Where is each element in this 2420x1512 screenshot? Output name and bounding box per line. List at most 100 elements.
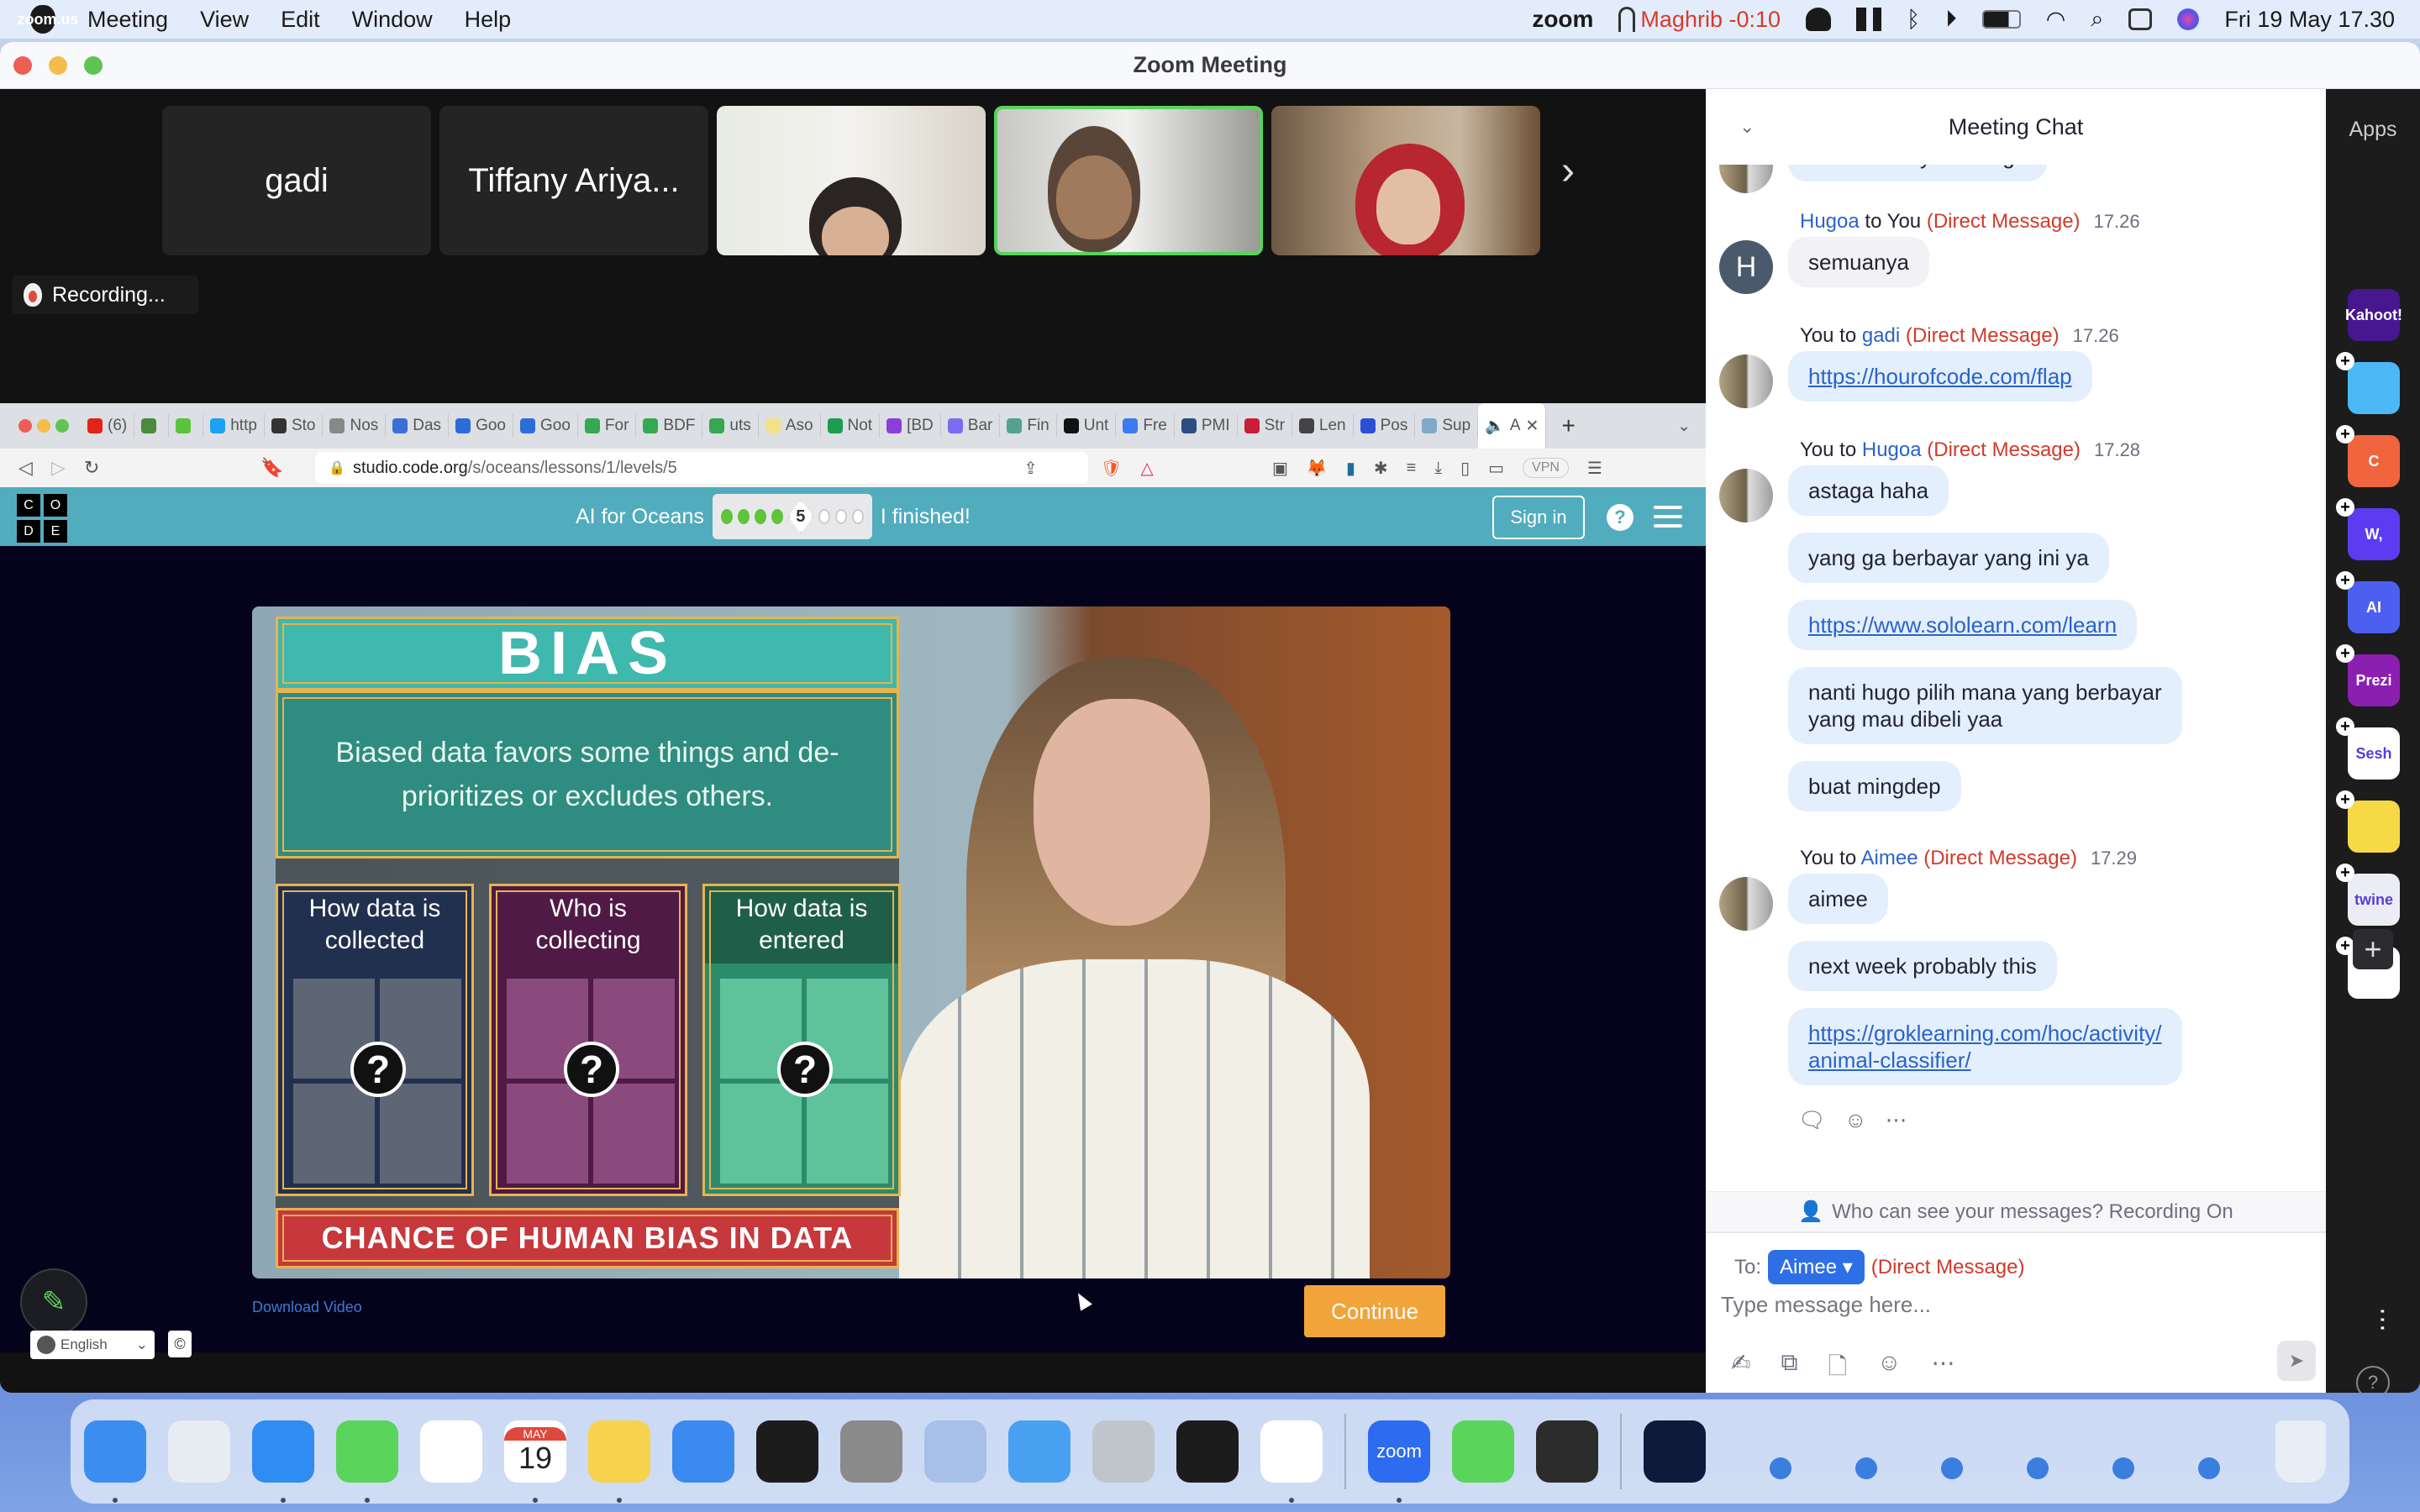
tab-close-icon[interactable]: ✕ (1526, 417, 1539, 436)
help-circle-icon[interactable]: ? (2356, 1366, 2390, 1393)
tab-search-chevron-icon[interactable]: ⌄ (1677, 417, 1691, 436)
share-icon[interactable]: ⇪ (1023, 458, 1038, 479)
app-emoji-app-icon[interactable]: + (2336, 790, 2400, 853)
dock-system-settings-icon[interactable] (840, 1420, 902, 1483)
minimized-safari-window-icon[interactable] (2027, 1457, 2049, 1479)
extension-icon[interactable]: ▮ (1346, 458, 1355, 479)
app-sesh-icon[interactable]: Sesh + (2336, 717, 2400, 780)
app-kahoot--icon[interactable]: Kahoot! (2345, 289, 2402, 341)
dock-recent-document-icon[interactable] (1644, 1420, 1706, 1483)
app-ai-companion-icon[interactable]: AI + (2336, 571, 2400, 633)
message-bubble[interactable]: yang ga berbayar yang ini ya (1788, 533, 2109, 583)
dock-trash-icon[interactable] (2275, 1420, 2326, 1483)
message-bubble[interactable]: astaga haha (1788, 465, 1949, 516)
wallet-icon[interactable]: ▭ (1488, 458, 1504, 479)
dock-calendar-icon[interactable]: MAY 19 (504, 1420, 566, 1503)
play-icon[interactable]: ⏵ (1945, 6, 1957, 33)
dock-notes-icon[interactable] (588, 1420, 650, 1503)
add-plus-icon[interactable]: + (2336, 352, 2354, 370)
browser-tab[interactable]: Sup (1415, 414, 1479, 438)
browser-tab[interactable]: Nos (323, 414, 387, 438)
send-button[interactable]: ➤ (2277, 1341, 2316, 1381)
minimized-safari-window-icon[interactable] (2112, 1457, 2134, 1479)
brave-rewards-icon[interactable]: △ (1140, 458, 1153, 479)
menu-app-name[interactable]: zoom.us (18, 0, 79, 45)
playlist-icon[interactable]: ≡ (1407, 459, 1417, 478)
menu-edit[interactable]: Edit (281, 7, 320, 33)
more-options-icon[interactable]: ⋯ (1932, 1349, 1955, 1389)
control-center-icon[interactable] (2128, 8, 2153, 30)
level-complete[interactable] (737, 509, 750, 524)
dock-windsurf-icon[interactable] (1008, 1420, 1071, 1483)
browser-tab[interactable]: Bar (941, 414, 1001, 438)
browser-tab[interactable]: Aso (759, 414, 821, 438)
download-icon[interactable]: ⤓ (1434, 459, 1442, 478)
chat-messages[interactable]: tH how are you doing? Hugoa to You (Dire… (1706, 165, 2326, 1191)
current-level[interactable]: 5 (787, 500, 813, 533)
participant-video-tile-active-speaker[interactable] (994, 106, 1263, 255)
app-twine-icon[interactable]: twine + (2336, 864, 2400, 926)
browser-tab[interactable]: Das (386, 414, 450, 438)
app-prezi-icon[interactable]: Prezi + (2336, 644, 2400, 706)
browser-tab[interactable]: Unt (1057, 414, 1117, 438)
minimized-safari-window-icon[interactable] (1941, 1457, 1963, 1479)
emoji-icon[interactable]: ☺ (1877, 1349, 1902, 1389)
browser-tab[interactable]: [BD (880, 414, 941, 438)
dock-preview-icon[interactable] (924, 1420, 986, 1483)
menu-help[interactable]: Help (465, 7, 512, 33)
url-bar[interactable]: 🔒 studio.code.org/s/oceans/lessons/1/lev… (315, 452, 1088, 484)
copyright-button[interactable]: © (168, 1331, 192, 1357)
add-plus-icon[interactable]: + (2336, 644, 2354, 663)
message-bubble[interactable]: aimee (1788, 874, 1888, 924)
dock-finder-icon[interactable] (84, 1420, 146, 1503)
participant-video-tile[interactable] (1271, 106, 1540, 255)
add-reaction-icon[interactable]: ☺ (1844, 1107, 1867, 1133)
message-bubble[interactable]: tH how are you doing? (1788, 165, 2048, 181)
recording-indicator[interactable]: Recording... (12, 276, 198, 314)
browser-minimize-button[interactable] (37, 419, 50, 433)
dock-safari-icon[interactable] (252, 1420, 314, 1503)
add-plus-icon[interactable]: + (2336, 571, 2354, 590)
browser-tab[interactable]: http (203, 414, 265, 438)
minimized-safari-window-icon[interactable] (1855, 1457, 1877, 1479)
browser-tab[interactable]: Fre (1116, 414, 1175, 438)
menu-meeting[interactable]: Meeting (87, 7, 168, 33)
language-select[interactable]: English ⌄ (30, 1331, 155, 1359)
level-incomplete[interactable] (818, 509, 830, 524)
browser-tab[interactable]: Not (821, 414, 881, 438)
sender-name[interactable]: Hugoa (1800, 210, 1860, 233)
pencil-annotate-icon[interactable]: ✎ (20, 1268, 87, 1336)
add-plus-icon[interactable]: + (2336, 864, 2354, 882)
dock-keynote-icon[interactable] (672, 1420, 734, 1483)
participant-tile[interactable]: gadi (162, 106, 431, 255)
zoom-status-item[interactable]: zoom (1532, 6, 1593, 33)
browser-tab[interactable]: Len (1292, 414, 1354, 438)
notification-bell-icon[interactable] (1806, 8, 1832, 31)
message-link[interactable]: https://groklearning.com/hoc/activity/ (1808, 1021, 2162, 1046)
format-text-icon[interactable]: ✍ (1731, 1349, 1750, 1389)
participant-tile[interactable]: Tiffany Ariya... (439, 106, 708, 255)
add-plus-icon[interactable]: + (2336, 717, 2354, 736)
menu-view[interactable]: View (200, 7, 249, 33)
finished-link[interactable]: I finished! (881, 505, 971, 529)
browser-tab[interactable] (134, 414, 170, 438)
level-complete[interactable] (771, 509, 783, 524)
metamask-icon[interactable]: 🦊 (1307, 458, 1328, 479)
lesson-video[interactable]: BIAS Biased data favors some things and … (252, 606, 1450, 1278)
sidebar-icon[interactable]: ▯ (1460, 458, 1470, 479)
message-link[interactable]: animal-classifier/ (1808, 1047, 1971, 1073)
level-complete[interactable] (720, 509, 733, 524)
dock-terminal-icon[interactable] (756, 1420, 818, 1483)
level-incomplete[interactable] (834, 509, 847, 524)
level-complete[interactable] (754, 509, 766, 524)
app-coda-icon[interactable]: C + (2336, 425, 2400, 487)
message-bubble[interactable]: buat mingdep (1788, 761, 1961, 811)
dock-launchpad-icon[interactable] (168, 1420, 230, 1483)
dock-numbers-icon[interactable] (1452, 1420, 1514, 1483)
dock-activity-monitor-icon[interactable] (1176, 1420, 1239, 1483)
vpn-button[interactable]: VPN (1523, 458, 1569, 478)
next-page-arrow-icon[interactable]: › (1561, 148, 1575, 194)
hamburger-menu-icon[interactable] (1654, 506, 1682, 533)
browser-tab[interactable] (169, 414, 204, 438)
brave-shields-icon[interactable]: 🛡 (1101, 458, 1122, 479)
